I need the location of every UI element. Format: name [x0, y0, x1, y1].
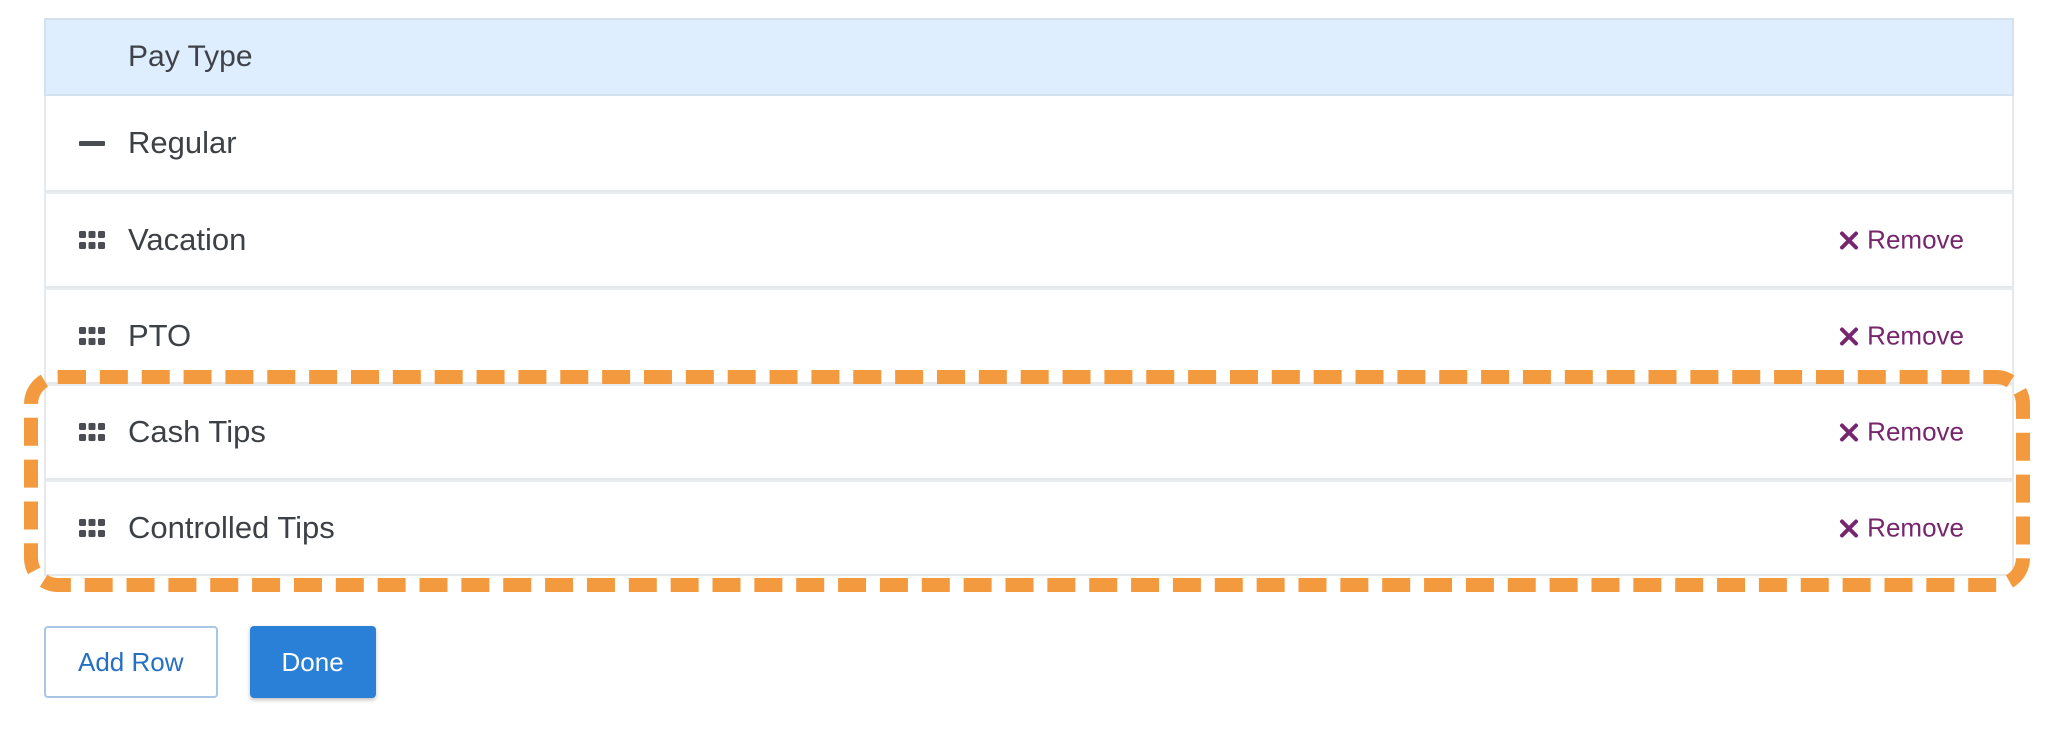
table-row-cash-tips[interactable]: Cash Tips Remove — [44, 384, 2014, 480]
remove-label: Remove — [1867, 512, 1964, 543]
drag-handle-icon[interactable] — [78, 229, 106, 251]
row-label: PTO — [128, 318, 192, 353]
pay-type-editor: Pay Type Regular Vacation Remove PTO Rem… — [0, 0, 2054, 748]
add-row-button[interactable]: Add Row — [44, 626, 218, 698]
row-label: Cash Tips — [128, 414, 266, 449]
remove-button[interactable]: Remove — [1839, 417, 1964, 448]
row-label: Regular — [128, 125, 237, 160]
table-header: Pay Type — [44, 18, 2014, 96]
minus-icon — [78, 132, 106, 154]
close-icon — [1840, 519, 1859, 537]
table-row-regular: Regular — [44, 96, 2014, 192]
action-bar: Add Row Done — [44, 626, 376, 698]
table-row-controlled-tips[interactable]: Controlled Tips Remove — [44, 480, 2014, 576]
remove-label: Remove — [1867, 320, 1964, 351]
drag-handle-icon[interactable] — [78, 325, 106, 347]
row-label: Vacation — [128, 222, 247, 257]
table-row-pto[interactable]: PTO Remove — [44, 288, 2014, 384]
row-label: Controlled Tips — [128, 510, 335, 545]
close-icon — [1840, 423, 1859, 441]
drag-handle-icon[interactable] — [78, 421, 106, 443]
remove-button[interactable]: Remove — [1839, 513, 1964, 544]
column-header-pay-type: Pay Type — [128, 40, 253, 73]
remove-button[interactable]: Remove — [1839, 225, 1964, 256]
remove-label: Remove — [1867, 224, 1964, 255]
close-icon — [1840, 231, 1859, 249]
drag-handle-icon[interactable] — [78, 517, 106, 539]
table-row-vacation[interactable]: Vacation Remove — [44, 192, 2014, 288]
close-icon — [1840, 327, 1859, 345]
remove-button[interactable]: Remove — [1839, 321, 1964, 352]
done-button[interactable]: Done — [249, 626, 376, 698]
pay-type-table: Pay Type Regular Vacation Remove PTO Rem… — [44, 18, 2014, 576]
remove-label: Remove — [1867, 416, 1964, 447]
